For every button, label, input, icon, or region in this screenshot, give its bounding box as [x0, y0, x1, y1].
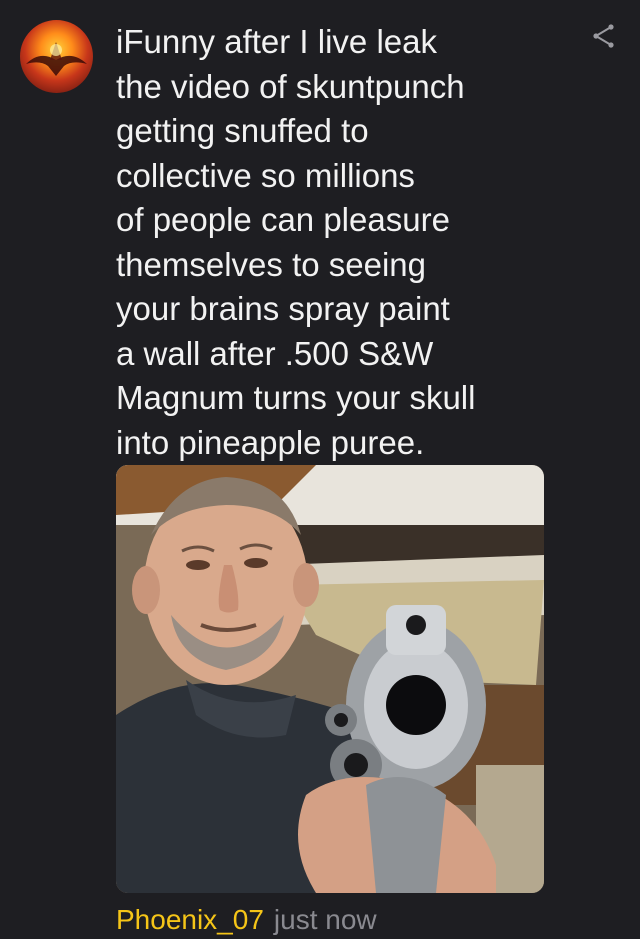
post-image[interactable] [116, 465, 544, 893]
username-link[interactable]: Phoenix_07 [116, 904, 264, 935]
share-icon[interactable] [590, 22, 618, 50]
post-caption: iFunny after I live leak the video of sk… [116, 23, 476, 461]
timestamp: just now [273, 904, 377, 935]
user-avatar[interactable] [20, 20, 93, 93]
phoenix-avatar-icon [26, 42, 87, 76]
post-footer: Phoenix_07 just now [116, 903, 377, 937]
comment-post: iFunny after I live leak the video of sk… [0, 0, 640, 939]
